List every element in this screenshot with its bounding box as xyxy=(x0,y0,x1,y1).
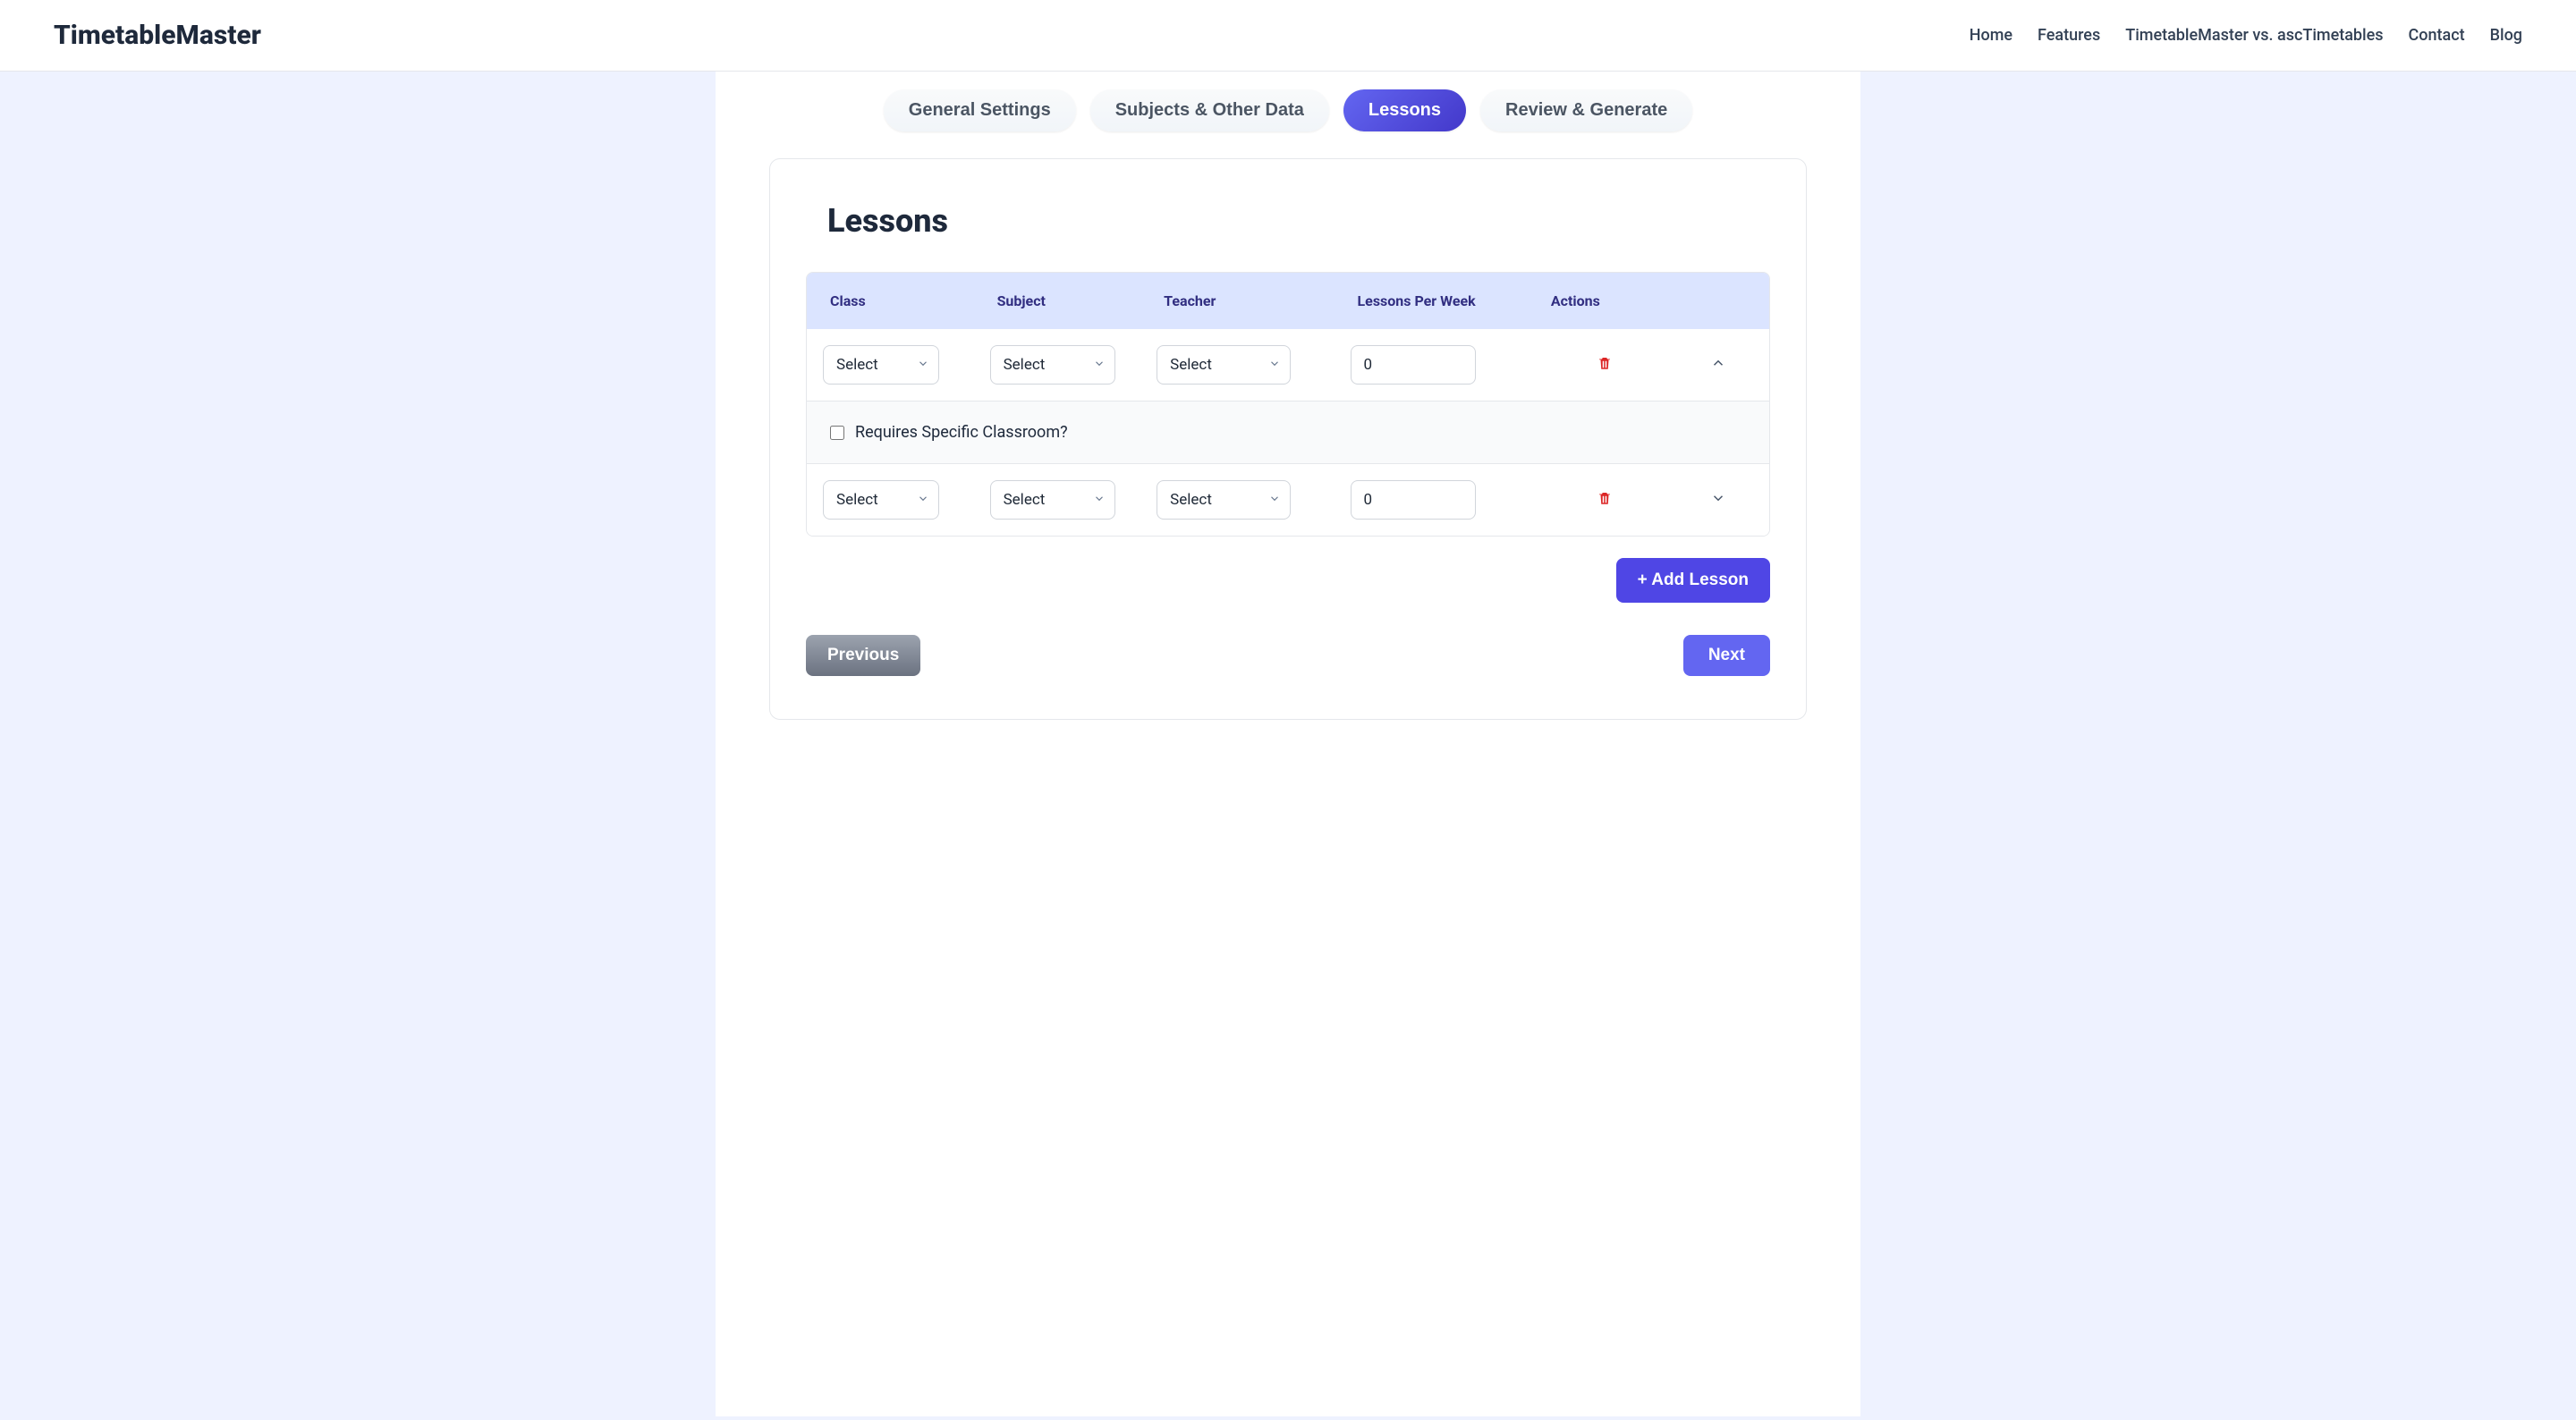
class-select[interactable]: Select xyxy=(823,480,939,520)
chevron-down-icon xyxy=(917,492,929,509)
chevron-down-icon xyxy=(1093,357,1106,374)
tab-general-settings[interactable]: General Settings xyxy=(884,89,1076,131)
col-teacher: Teacher xyxy=(1151,292,1337,309)
input-value: 0 xyxy=(1364,356,1373,374)
nav-contact[interactable]: Contact xyxy=(2409,26,2465,45)
teacher-select[interactable]: Select xyxy=(1157,480,1291,520)
chevron-down-icon xyxy=(1268,357,1281,374)
col-class: Class xyxy=(818,292,978,309)
expand-toggle[interactable] xyxy=(1704,486,1733,514)
select-value: Select xyxy=(1004,491,1046,509)
trash-icon xyxy=(1597,355,1613,375)
header-nav: Home Features TimetableMaster vs. ascTim… xyxy=(1970,26,2522,45)
requires-classroom-checkbox[interactable] xyxy=(830,426,844,440)
top-header: TimetableMaster Home Features TimetableM… xyxy=(0,0,2576,72)
row-expanded-section: Requires Specific Classroom? xyxy=(807,401,1769,464)
nav-home[interactable]: Home xyxy=(1970,26,2012,45)
class-select[interactable]: Select xyxy=(823,345,939,385)
nav-features[interactable]: Features xyxy=(2038,26,2100,45)
collapse-toggle[interactable] xyxy=(1704,351,1733,379)
chevron-up-icon xyxy=(1710,355,1726,375)
table-row: Select Select Select xyxy=(807,464,1769,536)
select-value: Select xyxy=(1004,356,1046,374)
select-value: Select xyxy=(1170,491,1212,509)
table-header: Class Subject Teacher Lessons Per Week A… xyxy=(807,273,1769,329)
panel-title: Lessons xyxy=(806,202,1770,240)
nav-vs[interactable]: TimetableMaster vs. ascTimetables xyxy=(2125,26,2383,45)
select-value: Select xyxy=(1170,356,1212,374)
col-lessons-per-week: Lessons Per Week xyxy=(1345,292,1531,309)
col-actions: Actions xyxy=(1538,292,1672,309)
add-lesson-button[interactable]: + Add Lesson xyxy=(1616,558,1770,603)
teacher-select[interactable]: Select xyxy=(1157,345,1291,385)
next-button[interactable]: Next xyxy=(1683,635,1770,676)
tab-lessons[interactable]: Lessons xyxy=(1343,89,1466,131)
lessons-per-week-input[interactable]: 0 xyxy=(1351,345,1476,385)
previous-button[interactable]: Previous xyxy=(806,635,920,676)
lessons-table: Class Subject Teacher Lessons Per Week A… xyxy=(806,272,1770,537)
col-subject: Subject xyxy=(985,292,1145,309)
requires-classroom-label[interactable]: Requires Specific Classroom? xyxy=(830,423,1746,442)
select-value: Select xyxy=(836,491,878,509)
select-value: Select xyxy=(836,356,878,374)
lessons-per-week-input[interactable]: 0 xyxy=(1351,480,1476,520)
subject-select[interactable]: Select xyxy=(990,480,1115,520)
checkbox-text: Requires Specific Classroom? xyxy=(855,423,1068,442)
subject-select[interactable]: Select xyxy=(990,345,1115,385)
input-value: 0 xyxy=(1364,491,1373,509)
chevron-down-icon xyxy=(1093,492,1106,509)
delete-button[interactable] xyxy=(1590,351,1619,379)
main-shell: General Settings Subjects & Other Data L… xyxy=(716,72,1860,1416)
brand-logo[interactable]: TimetableMaster xyxy=(54,20,261,51)
chevron-down-icon xyxy=(1268,492,1281,509)
trash-icon xyxy=(1597,490,1613,510)
wizard-tabs: General Settings Subjects & Other Data L… xyxy=(716,89,1860,158)
nav-blog[interactable]: Blog xyxy=(2490,26,2522,45)
chevron-down-icon xyxy=(1710,490,1726,510)
tab-subjects-data[interactable]: Subjects & Other Data xyxy=(1090,89,1329,131)
lessons-panel: Lessons Class Subject Teacher Lessons Pe… xyxy=(769,158,1807,720)
delete-button[interactable] xyxy=(1590,486,1619,514)
table-row: Select Select Select xyxy=(807,329,1769,401)
tab-review-generate[interactable]: Review & Generate xyxy=(1480,89,1692,131)
chevron-down-icon xyxy=(917,357,929,374)
